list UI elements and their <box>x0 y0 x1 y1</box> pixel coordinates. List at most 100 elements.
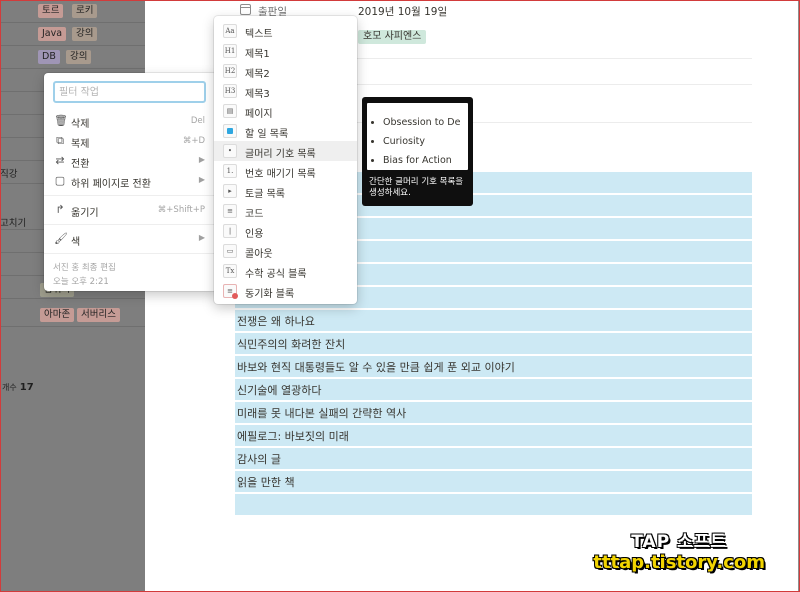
bullet-list-icon: • <box>223 144 237 158</box>
list-item[interactable]: 감사의 글 <box>235 448 752 469</box>
turn-into-menu-item[interactable]: ⇄ 전환 ▶ <box>44 151 217 171</box>
property-value-date[interactable]: 2019년 10월 19일 <box>358 4 447 19</box>
duplicate-icon: ⧉ <box>56 134 64 147</box>
heading2-icon: H2 <box>223 64 237 78</box>
count-label: 개수 <box>2 383 17 392</box>
list-item-text: 읽을 만한 책 <box>237 476 295 489</box>
list-item-text: 식민주의의 화려한 잔치 <box>237 338 346 351</box>
turn-into-icon: ⇄ <box>55 154 65 167</box>
preview-bullet: Obsession to De <box>383 113 468 132</box>
table-row[interactable]: 토르 로키 <box>0 0 145 23</box>
list-item[interactable]: 에필로그: 바보짓의 미래 <box>235 425 752 446</box>
list-item-text: 전쟁은 왜 하나요 <box>237 315 315 328</box>
list-item-text: 에필로그: 바보짓의 미래 <box>237 430 349 443</box>
list-item-text: 감사의 글 <box>237 453 281 466</box>
submenu-item-callout[interactable]: ▭ 콜아웃 <box>214 241 357 261</box>
duplicate-menu-item[interactable]: ⧉ 복제 ⌘+D <box>44 131 217 151</box>
list-item[interactable] <box>235 494 752 515</box>
submenu-item-toggle-list[interactable]: ▸ 토글 목록 <box>214 181 357 201</box>
submenu-item-label: 페이지 <box>245 109 273 120</box>
list-item-text: 바보와 현직 대통령들도 알 수 있을 만큼 쉽게 푼 외교 이야기 <box>237 361 515 374</box>
tag-chip: Java <box>38 27 67 41</box>
menu-item-label: 옮기기 <box>71 208 99 219</box>
count-value: 17 <box>19 382 34 393</box>
list-item[interactable]: 미래를 못 내다본 실패의 간략한 역사 <box>235 402 752 423</box>
table-row[interactable]: 아마존 서버리스 <box>0 304 145 327</box>
numbered-list-icon: 1. <box>223 164 237 178</box>
submenu-item-text[interactable]: Aa 텍스트 <box>214 21 357 41</box>
tooltip-description: 간단한 글머리 기호 목록을 생성하세요. <box>369 177 464 198</box>
preview-bullet: Curiosity <box>383 132 468 151</box>
table-row[interactable]: Java 강의 <box>0 23 145 46</box>
submenu-item-heading1[interactable]: H1 제목1 <box>214 41 357 61</box>
callout-icon: ▭ <box>223 244 237 258</box>
shortcut-hint: Del <box>190 116 205 126</box>
shortcut-hint: ⌘+Shift+P <box>157 205 205 215</box>
delete-menu-item[interactable]: 🗑 삭제 Del <box>44 111 217 131</box>
tag-chip: 토르 <box>38 4 64 18</box>
tooltip-preview: Obsession to De Curiosity Bias for Actio… <box>367 103 468 170</box>
list-item[interactable]: 바보와 현직 대통령들도 알 수 있을 만큼 쉽게 푼 외교 이야기 <box>235 356 752 377</box>
submenu-item-label: 제목1 <box>245 49 270 60</box>
list-item[interactable]: 전쟁은 왜 하나요 <box>235 310 752 331</box>
list-item[interactable]: 읽을 만한 책 <box>235 471 752 492</box>
submenu-item-label: 텍스트 <box>245 29 273 40</box>
turn-into-page-menu-item[interactable]: ▢ 하위 페이지로 전환 ▶ <box>44 171 217 191</box>
chevron-right-icon: ▶ <box>198 175 205 184</box>
calendar-icon <box>240 4 251 15</box>
submenu-item-page[interactable]: ▤ 페이지 <box>214 101 357 121</box>
submenu-item-quote[interactable]: ❘ 인용 <box>214 221 357 241</box>
synced-block-icon: ≡ <box>223 284 238 299</box>
submenu-item-label: 인용 <box>245 229 264 240</box>
filter-input[interactable] <box>53 81 206 103</box>
watermark: TAP 소프트 tttap.tistory.com <box>593 527 765 573</box>
submenu-item-synced-block[interactable]: ≡ 동기화 블록 <box>214 281 357 301</box>
trash-icon: 🗑 <box>54 114 68 127</box>
block-action-menu: 🗑 삭제 Del ⧉ 복제 ⌘+D ⇄ 전환 ▶ ▢ 하위 페이지로 전환 ▶ … <box>44 73 217 291</box>
submenu-item-label: 수학 공식 블록 <box>245 269 307 280</box>
submenu-item-heading3[interactable]: H3 제목3 <box>214 81 357 101</box>
menu-divider <box>44 224 217 225</box>
chevron-right-icon: ▶ <box>198 155 205 164</box>
submenu-item-label: 글머리 기호 목록 <box>245 149 316 160</box>
menu-item-label: 전환 <box>71 159 90 170</box>
submenu-item-code[interactable]: ≡ 코드 <box>214 201 357 221</box>
property-tag[interactable]: 호모 사피엔스 <box>358 30 427 44</box>
menu-item-label: 색 <box>71 237 81 248</box>
row-count: 개수 17 <box>2 382 34 393</box>
submenu-item-todo[interactable]: 할 일 목록 <box>214 121 357 141</box>
page-icon: ▤ <box>223 104 237 118</box>
equation-icon: Tx <box>223 264 237 278</box>
submenu-item-equation[interactable]: Tx 수학 공식 블록 <box>214 261 357 281</box>
menu-divider <box>44 195 217 196</box>
tag-chip: 로키 <box>72 4 98 18</box>
list-item[interactable]: 신기술에 열광하다 <box>235 379 752 400</box>
submenu-item-heading2[interactable]: H2 제목2 <box>214 61 357 81</box>
submenu-item-label: 코드 <box>245 209 264 220</box>
watermark-url: tttap.tistory.com <box>593 552 765 573</box>
code-icon: ≡ <box>223 204 237 218</box>
tag-chip: 강의 <box>66 50 92 64</box>
submenu-item-label: 토글 목록 <box>245 189 285 200</box>
menu-item-label: 하위 페이지로 전환 <box>71 179 151 190</box>
last-edited-time: 오늘 오후 2:21 <box>53 277 109 287</box>
row-label: 직강 <box>0 169 18 180</box>
turn-into-submenu: Aa 텍스트 H1 제목1 H2 제목2 H3 제목3 ▤ 페이지 할 일 목록… <box>214 16 357 304</box>
menu-divider <box>44 253 217 254</box>
menu-item-label: 복제 <box>71 139 90 150</box>
submenu-item-label: 할 일 목록 <box>245 129 289 140</box>
tag-chip: 서버리스 <box>77 308 120 322</box>
list-item[interactable]: 식민주의의 화려한 잔치 <box>235 333 752 354</box>
preview-bullet: Bias for Action <box>383 151 468 170</box>
submenu-item-label: 번호 매기기 목록 <box>245 169 316 180</box>
list-item-text: 미래를 못 내다본 실패의 간략한 역사 <box>237 407 407 420</box>
chevron-right-icon: ▶ <box>198 233 205 242</box>
submenu-item-bulleted-list[interactable]: • 글머리 기호 목록 <box>214 141 357 161</box>
paint-roller-icon: 🖌 <box>54 232 68 245</box>
move-menu-item[interactable]: ↱ 옮기기 ⌘+Shift+P <box>44 200 217 220</box>
submenu-item-label: 콜아웃 <box>245 249 273 260</box>
color-menu-item[interactable]: 🖌 색 ▶ <box>44 229 217 249</box>
table-row[interactable]: DB 강의 <box>0 46 145 69</box>
turn-into-page-icon: ▢ <box>54 174 66 187</box>
submenu-item-numbered-list[interactable]: 1. 번호 매기기 목록 <box>214 161 357 181</box>
